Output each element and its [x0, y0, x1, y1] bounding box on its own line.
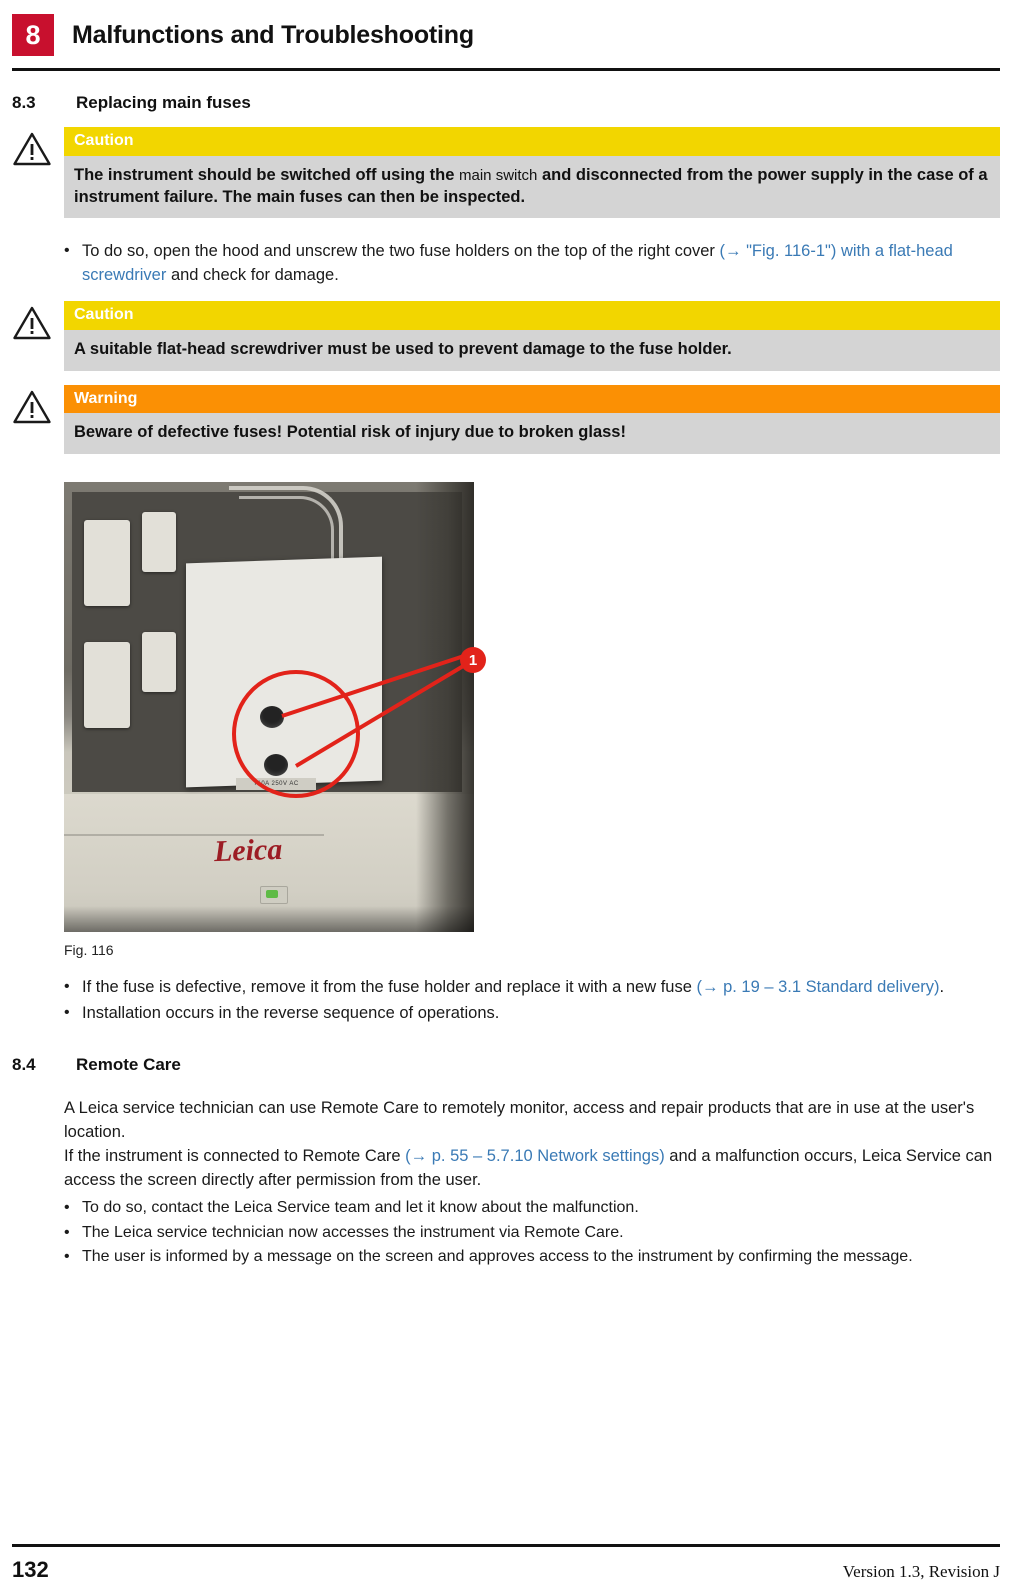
bullet-text-part-2: and check for damage.	[166, 265, 339, 284]
bullet-dot-icon: •	[64, 978, 70, 996]
list-item: • Installation occurs in the reverse seq…	[64, 1002, 1000, 1025]
notice-text-thin: main switch	[459, 166, 538, 184]
notice-label: Caution	[64, 127, 1000, 156]
bullet-list-after-figure: • If the fuse is defective, remove it fr…	[12, 976, 1000, 1025]
list-item: • To do so, open the hood and unscrew th…	[64, 240, 1000, 287]
cross-reference-link[interactable]: (→ p. 55 – 5.7.10 Network settings)	[405, 1147, 665, 1165]
list-item: • The Leica service technician now acces…	[64, 1222, 1000, 1245]
remote-care-bullet-list: • To do so, contact the Leica Service te…	[64, 1197, 1000, 1269]
bullet-text: The Leica service technician now accesse…	[82, 1223, 624, 1241]
bullet-text: To do so, contact the Leica Service team…	[82, 1198, 639, 1216]
notice-body: Warning Beware of defective fuses! Poten…	[64, 384, 1000, 455]
bullet-dot-icon: •	[64, 1003, 70, 1021]
page-header: 8 Malfunctions and Troubleshooting	[12, 0, 1000, 56]
warning-triangle-icon	[12, 385, 64, 425]
bullet-dot-icon: •	[64, 242, 70, 260]
notice-warning: Warning Beware of defective fuses! Poten…	[12, 384, 1000, 455]
page-footer: 132 Version 1.3, Revision J	[12, 1557, 1000, 1583]
notice-label: Caution	[64, 301, 1000, 330]
photo-right-shadow	[416, 482, 474, 933]
bullet-text: The user is informed by a message on the…	[82, 1248, 913, 1266]
chapter-number-badge: 8	[12, 14, 54, 56]
chapter-title: Malfunctions and Troubleshooting	[72, 20, 474, 49]
section-title: Remote Care	[76, 1055, 181, 1075]
leica-logo: Leica	[213, 833, 283, 869]
warning-triangle-icon	[12, 301, 64, 341]
document-page: 8 Malfunctions and Troubleshooting 8.3 R…	[0, 0, 1012, 1595]
remote-care-paragraph-1: A Leica service technician can use Remot…	[64, 1099, 975, 1142]
notice-text: A suitable flat-head screwdriver must be…	[64, 329, 1000, 371]
section-title: Replacing main fuses	[76, 93, 251, 112]
remote-care-paragraph-2: If the instrument is connected to Remote…	[64, 1145, 1000, 1193]
figure-116: T10A 250V AC Leica 1	[12, 482, 1000, 933]
section-number: 8.4	[12, 1055, 36, 1075]
status-led	[266, 890, 278, 899]
section-number: 8.3	[12, 93, 36, 112]
paragraph-part-1: If the instrument is connected to Remote…	[64, 1147, 406, 1166]
notice-text: Beware of defective fuses! Potential ris…	[64, 413, 1000, 455]
notice-text-part-1: The instrument should be switched off us…	[74, 165, 460, 184]
list-item: • To do so, contact the Leica Service te…	[64, 1197, 1000, 1220]
list-item: • The user is informed by a message on t…	[64, 1246, 1000, 1269]
bullet-text-part-1: If the fuse is defective, remove it from…	[82, 978, 697, 997]
bullet-dot-icon: •	[64, 1223, 70, 1241]
callout-badge-1: 1	[460, 647, 486, 674]
document-version: Version 1.3, Revision J	[842, 1562, 1000, 1581]
section-heading-8-4: 8.4 Remote Care	[12, 1055, 1000, 1075]
photo-bottom-shadow	[64, 906, 474, 933]
list-item: • If the fuse is defective, remove it fr…	[64, 976, 1000, 999]
notice-body: Caution A suitable flat-head screwdriver…	[64, 301, 1000, 371]
warning-triangle-icon	[12, 127, 64, 167]
page-number: 132	[12, 1557, 49, 1582]
notice-text: The instrument should be switched off us…	[64, 155, 1000, 219]
footer-divider	[12, 1544, 1000, 1547]
instrument-photo: T10A 250V AC Leica	[64, 482, 474, 933]
notice-caution-1: Caution The instrument should be switche…	[12, 127, 1000, 219]
bullet-text: If the fuse is defective, remove it from…	[82, 976, 1000, 999]
cross-reference-link[interactable]: (→ p. 19 – 3.1 Standard delivery)	[696, 978, 939, 996]
bullet-dot-icon: •	[64, 1248, 70, 1266]
section-heading-8-3: 8.3 Replacing main fuses	[12, 93, 1000, 113]
notice-caution-2: Caution A suitable flat-head screwdriver…	[12, 301, 1000, 371]
bullet-list-top: • To do so, open the hood and unscrew th…	[12, 240, 1000, 287]
remote-care-body: A Leica service technician can use Remot…	[12, 1097, 1000, 1269]
notice-label: Warning	[64, 384, 1000, 414]
bullet-text-part-1: To do so, open the hood and unscrew the …	[82, 242, 720, 261]
figure-caption: Fig. 116	[64, 942, 114, 959]
header-divider	[12, 68, 1000, 71]
bullet-text-part-2: .	[939, 978, 945, 997]
bullet-dot-icon: •	[64, 1198, 70, 1216]
photo-panel-seam	[64, 834, 324, 837]
notice-body: Caution The instrument should be switche…	[64, 127, 1000, 219]
bullet-text: Installation occurs in the reverse seque…	[82, 1003, 500, 1022]
bullet-text: To do so, open the hood and unscrew the …	[82, 240, 1000, 287]
